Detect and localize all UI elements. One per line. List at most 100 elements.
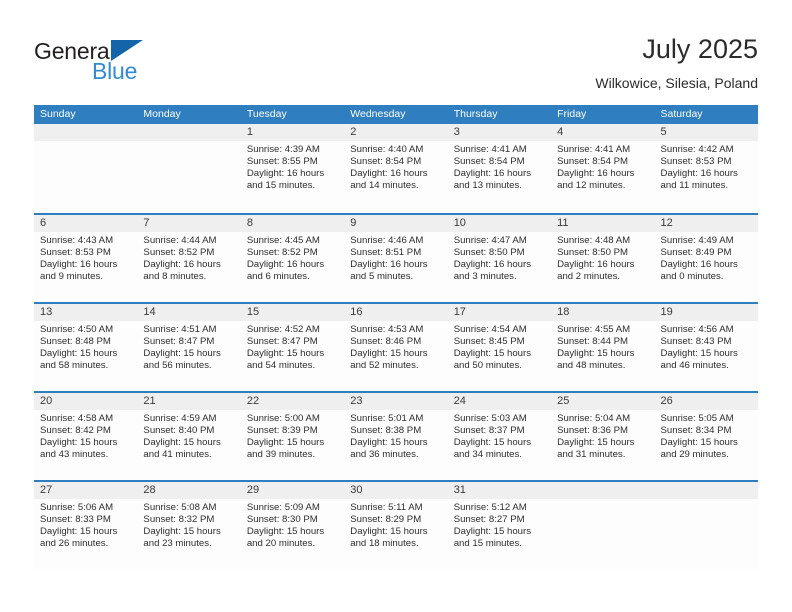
day-detail-line: Daylight: 16 hours <box>660 259 738 271</box>
day-cell[interactable]: 25 Sunrise: 5:04 AM Sunset: 8:36 PM Dayligh… <box>551 393 654 480</box>
day-cell[interactable]: 26 Sunrise: 5:05 AM Sunset: 8:34 PM Dayligh… <box>655 393 758 480</box>
day-detail-line: Sunrise: 4:58 AM <box>40 413 114 424</box>
day-detail-line: Daylight: 15 hours <box>557 437 635 449</box>
day-detail-line: Sunrise: 5:01 AM <box>350 413 424 424</box>
day-detail-line: and 48 minutes. <box>557 360 626 372</box>
title-block: July 2025 Wilkowice, Silesia, Poland <box>595 32 758 93</box>
day-number: 17 <box>453 306 466 318</box>
day-detail-line: and 26 minutes. <box>40 538 109 550</box>
day-cell[interactable]: 8 Sunrise: 4:45 AM Sunset: 8:52 PM Daylight… <box>241 215 344 302</box>
day-cell[interactable]: 27 Sunrise: 5:06 AM Sunset: 8:33 PM Dayligh… <box>34 482 137 569</box>
day-number: 3 <box>453 126 460 138</box>
brand-name-blue: Blue <box>92 58 138 84</box>
day-cell[interactable]: 1 Sunrise: 4:39 AM Sunset: 8:55 PM Daylight… <box>241 124 344 213</box>
day-details: Sunrise: 4:50 AM Sunset: 8:48 PM Daylight:… <box>40 324 131 372</box>
day-detail-line: Sunrise: 4:39 AM <box>246 144 320 155</box>
day-cell[interactable]: 30 Sunrise: 5:11 AM Sunset: 8:29 PM Dayligh… <box>344 482 447 569</box>
day-number: 10 <box>453 217 466 229</box>
day-detail-line: Sunrise: 4:44 AM <box>143 235 217 246</box>
day-detail-line: Sunset: 8:38 PM <box>350 425 422 437</box>
day-detail-line: Sunrise: 5:05 AM <box>660 413 734 424</box>
day-detail-line: Sunset: 8:52 PM <box>246 247 318 259</box>
day-number: 31 <box>453 484 466 496</box>
brand-logo[interactable]: General Blue <box>34 38 254 90</box>
day-cell[interactable]: 2 Sunrise: 4:40 AM Sunset: 8:54 PM Daylight… <box>344 124 447 213</box>
day-cell[interactable]: 17 Sunrise: 4:54 AM Sunset: 8:45 PM Dayligh… <box>448 304 551 391</box>
day-detail-line: and 54 minutes. <box>246 360 316 372</box>
day-cell[interactable]: 24 Sunrise: 5:03 AM Sunset: 8:37 PM Dayligh… <box>448 393 551 480</box>
day-detail-line: and 36 minutes. <box>350 449 419 461</box>
day-cell[interactable]: 19 Sunrise: 4:56 AM Sunset: 8:43 PM Dayligh… <box>655 304 758 391</box>
weekday-header-row: Sunday Monday Tuesday Wednesday Thursday Frid… <box>34 105 758 124</box>
day-detail-line: and 15 minutes. <box>246 180 316 192</box>
day-details: Sunrise: 4:53 AM Sunset: 8:46 PM Daylight:… <box>350 324 441 372</box>
day-cell[interactable]: 15 Sunrise: 4:52 AM Sunset: 8:47 PM Dayligh… <box>241 304 344 391</box>
day-detail-line: Sunrise: 4:49 AM <box>660 235 734 246</box>
day-cell[interactable]: 9 Sunrise: 4:46 AM Sunset: 8:51 PM Daylight… <box>344 215 447 302</box>
day-detail-line: Sunset: 8:45 PM <box>453 336 525 348</box>
day-cell[interactable]: 23 Sunrise: 5:01 AM Sunset: 8:38 PM Dayligh… <box>344 393 447 480</box>
day-number: 12 <box>660 217 673 229</box>
day-cell[interactable]: 20 Sunrise: 4:58 AM Sunset: 8:42 PM Dayligh… <box>34 393 137 480</box>
day-number: 4 <box>557 126 564 138</box>
day-detail-line: Daylight: 15 hours <box>143 437 221 449</box>
day-detail-line: Daylight: 15 hours <box>557 348 635 360</box>
day-cell[interactable]: 14 Sunrise: 4:51 AM Sunset: 8:47 PM Dayligh… <box>137 304 240 391</box>
day-number: 2 <box>350 126 357 138</box>
calendar-week-row: 20 Sunrise: 4:58 AM Sunset: 8:42 PM Dayligh… <box>34 391 758 480</box>
day-cell[interactable]: 13 Sunrise: 4:50 AM Sunset: 8:48 PM Dayligh… <box>34 304 137 391</box>
day-detail-line: Sunset: 8:53 PM <box>660 156 732 168</box>
day-detail-line: and 20 minutes. <box>246 538 316 550</box>
day-cell[interactable]: 12 Sunrise: 4:49 AM Sunset: 8:49 PM Dayligh… <box>655 215 758 302</box>
day-details: Sunrise: 4:45 AM Sunset: 8:52 PM Daylight:… <box>247 235 338 283</box>
day-detail-line: Sunrise: 4:46 AM <box>350 235 424 246</box>
day-cell[interactable]: 10 Sunrise: 4:47 AM Sunset: 8:50 PM Dayligh… <box>448 215 551 302</box>
day-number: 5 <box>660 126 667 138</box>
day-cell[interactable]: 7 Sunrise: 4:44 AM Sunset: 8:52 PM Daylight… <box>137 215 240 302</box>
day-detail-line: Sunrise: 4:45 AM <box>246 235 320 246</box>
day-detail-line: Sunset: 8:39 PM <box>246 425 318 437</box>
calendar-grid: Sunday Monday Tuesday Wednesday Thursday Frid… <box>34 105 758 569</box>
page-title: July 2025 <box>642 34 758 64</box>
day-detail-line: and 11 minutes. <box>660 180 729 192</box>
day-number: 13 <box>40 306 53 318</box>
day-number: 14 <box>143 306 156 318</box>
week-cells: 6 Sunrise: 4:43 AM Sunset: 8:53 PM Daylight… <box>34 215 758 302</box>
day-details: Sunrise: 5:00 AM Sunset: 8:39 PM Daylight:… <box>247 413 338 461</box>
day-details: Sunrise: 4:47 AM Sunset: 8:50 PM Daylight:… <box>454 235 545 283</box>
day-cell[interactable]: 6 Sunrise: 4:43 AM Sunset: 8:53 PM Daylight… <box>34 215 137 302</box>
day-detail-line: and 41 minutes. <box>143 449 212 461</box>
week-cells: 20 Sunrise: 4:58 AM Sunset: 8:42 PM Dayligh… <box>34 393 758 480</box>
day-detail-line: Sunrise: 4:51 AM <box>143 324 217 335</box>
day-detail-line: Daylight: 15 hours <box>40 437 118 449</box>
day-cell[interactable]: 21 Sunrise: 4:59 AM Sunset: 8:40 PM Dayligh… <box>137 393 240 480</box>
day-detail-line: Sunrise: 4:54 AM <box>453 324 527 335</box>
day-cell[interactable]: 16 Sunrise: 4:53 AM Sunset: 8:46 PM Dayligh… <box>344 304 447 391</box>
day-cell-empty <box>551 482 654 569</box>
day-cell[interactable]: 28 Sunrise: 5:08 AM Sunset: 8:32 PM Dayligh… <box>137 482 240 569</box>
day-details: Sunrise: 5:11 AM Sunset: 8:29 PM Daylight:… <box>350 502 441 550</box>
day-cell[interactable]: 31 Sunrise: 5:12 AM Sunset: 8:27 PM Dayligh… <box>448 482 551 569</box>
day-cell[interactable]: 18 Sunrise: 4:55 AM Sunset: 8:44 PM Dayligh… <box>551 304 654 391</box>
calendar-week-row: 6 Sunrise: 4:43 AM Sunset: 8:53 PM Daylight… <box>34 213 758 302</box>
day-detail-line: Sunset: 8:54 PM <box>453 156 525 168</box>
day-details: Sunrise: 4:44 AM Sunset: 8:52 PM Daylight:… <box>143 235 234 283</box>
day-detail-line: Daylight: 16 hours <box>453 168 532 180</box>
day-cell[interactable]: 4 Sunrise: 4:41 AM Sunset: 8:54 PM Daylight… <box>551 124 654 213</box>
day-number: 28 <box>143 484 156 496</box>
day-detail-line: Sunset: 8:51 PM <box>350 247 422 259</box>
day-details: Sunrise: 4:41 AM Sunset: 8:54 PM Daylight:… <box>454 144 545 192</box>
day-cell[interactable]: 29 Sunrise: 5:09 AM Sunset: 8:30 PM Dayligh… <box>241 482 344 569</box>
day-cell[interactable]: 11 Sunrise: 4:48 AM Sunset: 8:50 PM Dayligh… <box>551 215 654 302</box>
day-detail-line: Sunset: 8:52 PM <box>143 247 215 259</box>
day-detail-line: Daylight: 16 hours <box>246 168 325 180</box>
day-detail-line: Sunset: 8:48 PM <box>40 336 111 348</box>
day-detail-line: and 43 minutes. <box>40 449 109 461</box>
day-cell[interactable]: 22 Sunrise: 5:00 AM Sunset: 8:39 PM Dayligh… <box>241 393 344 480</box>
week-cells: 27 Sunrise: 5:06 AM Sunset: 8:33 PM Dayligh… <box>34 482 758 569</box>
day-detail-line: Sunrise: 5:09 AM <box>246 502 320 513</box>
day-detail-line: Sunrise: 5:12 AM <box>453 502 527 513</box>
day-details: Sunrise: 4:55 AM Sunset: 8:44 PM Daylight:… <box>557 324 648 372</box>
day-cell[interactable]: 5 Sunrise: 4:42 AM Sunset: 8:53 PM Daylight… <box>655 124 758 213</box>
day-cell[interactable]: 3 Sunrise: 4:41 AM Sunset: 8:54 PM Daylight… <box>448 124 551 213</box>
